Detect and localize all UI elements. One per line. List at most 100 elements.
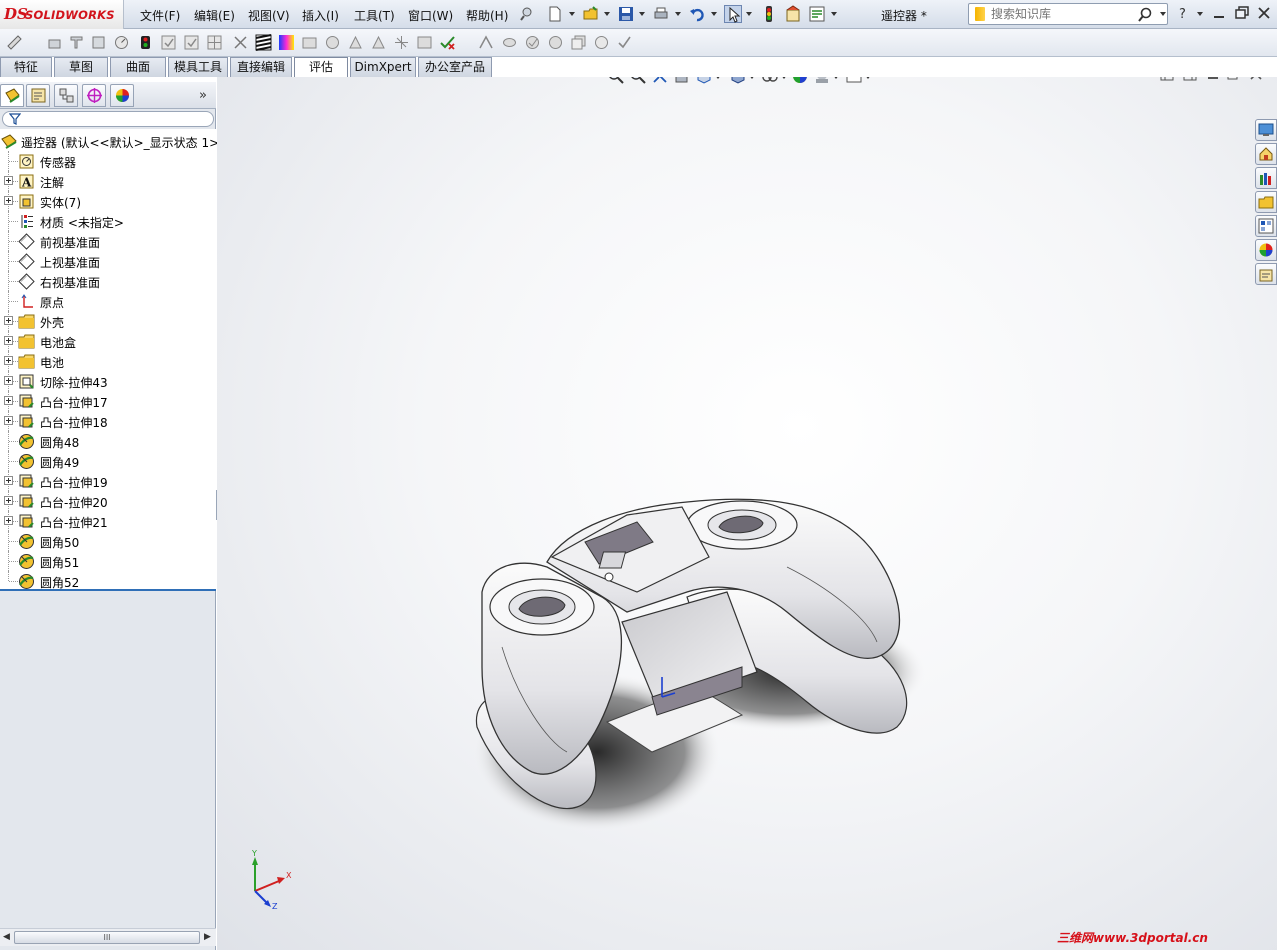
pin-icon[interactable] [518, 5, 536, 23]
search-icon[interactable] [1137, 7, 1153, 23]
help-question-icon[interactable]: ? [1176, 5, 1192, 22]
viewport-restore-icon[interactable] [1227, 77, 1241, 81]
print-icon[interactable] [652, 5, 670, 23]
deviation-analysis-icon[interactable] [301, 34, 318, 51]
task-pane-resources[interactable] [1255, 119, 1277, 141]
menu-edit[interactable]: 编辑(E) [194, 7, 235, 24]
tab-sketch[interactable]: 草图 [54, 57, 108, 77]
render-icon[interactable] [593, 34, 610, 51]
rebuild-traffic-light-icon[interactable] [760, 5, 778, 23]
new-document-icon[interactable] [546, 5, 564, 23]
featuremanager-tab[interactable] [0, 84, 24, 107]
tree-item[interactable]: 电池 [0, 351, 216, 371]
feature-filter[interactable] [2, 111, 214, 127]
scrollbar-thumb[interactable]: III [14, 931, 200, 944]
select-pointer-icon[interactable] [724, 5, 742, 23]
section-properties-icon[interactable] [68, 34, 85, 51]
tree-item[interactable]: A 注解 [0, 171, 216, 191]
configurationmanager-tab[interactable] [54, 84, 78, 107]
scroll-right-arrow-icon[interactable]: ▶ [204, 932, 211, 942]
search-knowledge-base[interactable] [968, 3, 1168, 25]
zebra-stripes-icon[interactable] [255, 34, 272, 51]
zoom-to-fit-icon[interactable] [607, 77, 625, 85]
close-icon[interactable] [1256, 5, 1272, 21]
viewport-tile-left-icon[interactable] [1160, 77, 1174, 81]
tree-item[interactable]: 圆角49 [0, 451, 216, 471]
expand-toggle-icon[interactable] [4, 496, 13, 505]
tab-office-products[interactable]: 办公室产品 [418, 57, 492, 77]
zoom-to-area-icon[interactable] [629, 77, 647, 85]
expand-toggle-icon[interactable] [4, 196, 13, 205]
expand-panel-chevron-icon[interactable]: » [199, 88, 207, 103]
open-folder-icon[interactable] [582, 5, 600, 23]
measure-icon[interactable] [6, 34, 23, 51]
apply-scene-icon[interactable] [813, 77, 831, 85]
tree-item[interactable]: 圆角52 [0, 571, 216, 591]
feature-tree-horizontal-scrollbar[interactable]: ◀ III ▶ [0, 928, 216, 946]
task-pane-view-palette[interactable] [1255, 215, 1277, 237]
geometry-analysis-icon[interactable] [160, 34, 177, 51]
sensor-tool-icon[interactable] [90, 34, 107, 51]
tab-direct-editing[interactable]: 直接编辑 [230, 57, 292, 77]
expand-toggle-icon[interactable] [4, 396, 13, 405]
options-icon[interactable] [808, 5, 826, 23]
task-pane-folder[interactable] [1255, 191, 1277, 213]
solidworks-logo[interactable]: DS SOLIDWORKS [0, 0, 124, 29]
motion-study-icon[interactable] [501, 34, 518, 51]
mass-properties-icon[interactable] [46, 34, 63, 51]
viewport-tile-right-icon[interactable] [1183, 77, 1197, 81]
task-pane-design-library[interactable] [1255, 143, 1277, 165]
menu-file[interactable]: 文件(F) [140, 7, 180, 24]
restore-icon[interactable] [1234, 5, 1250, 21]
task-pane-file-explorer[interactable] [1255, 167, 1277, 189]
dimxpertmanager-tab[interactable] [82, 84, 106, 107]
graphics-area[interactable]: Y X Z 三维网www.3dportal.cn [217, 77, 1277, 950]
task-pane-custom-properties[interactable] [1255, 263, 1277, 285]
viewport-minimize-icon[interactable] [1206, 77, 1220, 81]
draft-analysis-icon[interactable] [183, 34, 200, 51]
expand-toggle-icon[interactable] [4, 336, 13, 345]
tree-item[interactable]: 前视基准面 [0, 231, 216, 251]
tree-item[interactable]: 外壳 [0, 311, 216, 331]
tree-item[interactable]: 凸台-拉伸20 [0, 491, 216, 511]
undercut-analysis-icon[interactable] [206, 34, 223, 51]
file-properties-icon[interactable] [784, 5, 802, 23]
section-view-icon[interactable] [673, 77, 691, 85]
expand-toggle-icon[interactable] [4, 356, 13, 365]
thickness-analysis-icon[interactable] [324, 34, 341, 51]
menu-help[interactable]: 帮助(H) [466, 7, 508, 24]
hide-show-items-icon[interactable] [761, 77, 779, 85]
tree-item[interactable]: 实体(7) [0, 191, 216, 211]
tree-item[interactable]: 切除-拉伸43 [0, 371, 216, 391]
copy-model-icon[interactable] [570, 34, 587, 51]
costing-icon[interactable] [416, 34, 433, 51]
tree-root-part[interactable]: 遥控器 (默认<<默认>_显示状态 1> [0, 131, 219, 151]
tree-item[interactable]: 圆角51 [0, 551, 216, 571]
statistics-icon[interactable] [113, 34, 130, 51]
expand-toggle-icon[interactable] [4, 316, 13, 325]
display-style-icon[interactable] [729, 77, 747, 85]
tab-surfaces[interactable]: 曲面 [110, 57, 166, 77]
design-check-icon[interactable] [439, 34, 456, 51]
tree-item[interactable]: 圆角48 [0, 431, 216, 451]
tree-item[interactable]: 传感器 [0, 151, 216, 171]
tree-item[interactable]: 电池盒 [0, 331, 216, 351]
flow-icon[interactable] [524, 34, 541, 51]
tree-item[interactable]: 圆角50 [0, 531, 216, 551]
tree-item[interactable]: 凸台-拉伸17 [0, 391, 216, 411]
tree-item[interactable]: 右视基准面 [0, 271, 216, 291]
scroll-left-arrow-icon[interactable]: ◀ [3, 932, 10, 942]
tree-item[interactable]: 凸台-拉伸21 [0, 511, 216, 531]
menu-view[interactable]: 视图(V) [248, 7, 290, 24]
save-icon[interactable] [617, 5, 635, 23]
menu-window[interactable]: 窗口(W) [408, 7, 453, 24]
tab-dimxpert[interactable]: DimXpert [350, 57, 416, 77]
displaymanager-tab[interactable] [110, 84, 134, 107]
menu-insert[interactable]: 插入(I) [302, 7, 339, 24]
curvature-icon[interactable] [278, 34, 295, 51]
expand-toggle-icon[interactable] [4, 176, 13, 185]
previous-view-icon[interactable] [651, 77, 669, 85]
menu-tools[interactable]: 工具(T) [354, 7, 395, 24]
parting-line-icon[interactable] [370, 34, 387, 51]
tree-item[interactable]: 凸台-拉伸19 [0, 471, 216, 491]
